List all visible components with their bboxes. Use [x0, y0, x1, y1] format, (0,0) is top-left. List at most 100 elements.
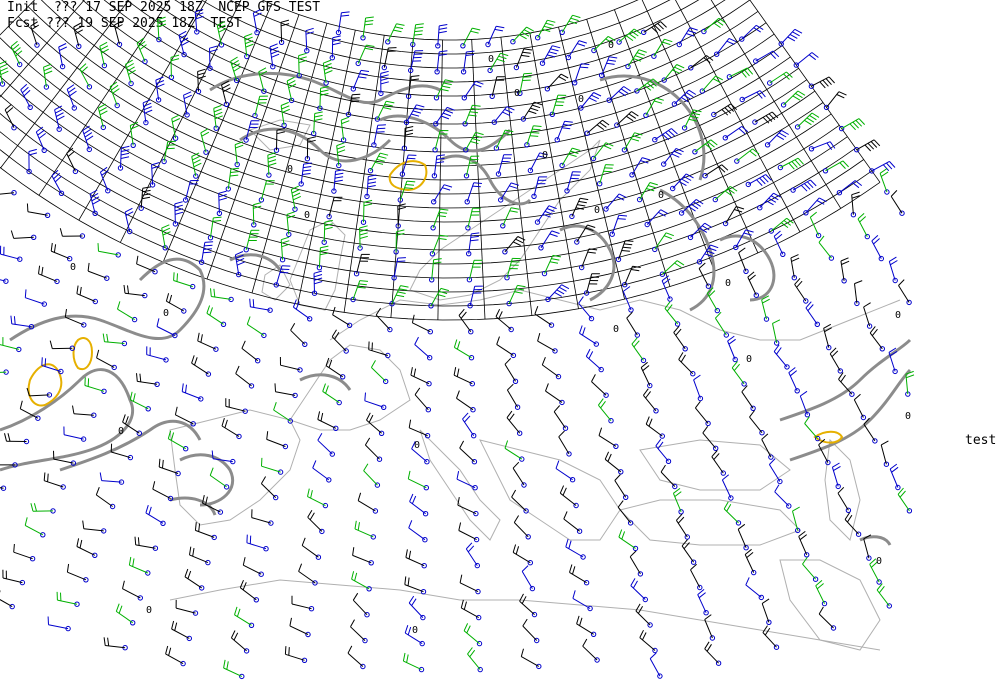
barb-feather — [218, 190, 227, 194]
barb-feather — [324, 70, 333, 75]
barb-feather — [723, 501, 729, 510]
wind-barb — [243, 229, 260, 253]
wind-barb — [553, 405, 569, 431]
barb-feather — [473, 182, 482, 184]
barb-feather — [109, 81, 118, 88]
wind-barb — [435, 24, 448, 49]
barb-feather — [50, 242, 53, 252]
barb-feather — [74, 25, 83, 31]
barb-feather — [439, 50, 448, 53]
barb-feather — [690, 203, 699, 210]
barb-feather — [314, 111, 323, 114]
barb-feather — [287, 80, 296, 85]
barb-feather — [253, 202, 262, 206]
barb-feather — [660, 209, 669, 215]
wind-barb — [519, 593, 538, 618]
barb-feather — [122, 414, 126, 423]
barb-feather — [336, 145, 345, 150]
barb-feather — [509, 210, 518, 213]
barb-feather — [713, 22, 721, 29]
barb-feather — [144, 109, 153, 114]
wind-barb — [640, 361, 653, 389]
barb-feather — [797, 157, 804, 165]
wind-barb — [221, 417, 242, 440]
barb-feather — [351, 97, 360, 99]
coast-mideast — [779, 559, 881, 651]
barb-feather — [591, 94, 600, 100]
barb-feather — [354, 572, 358, 582]
barb-feather — [514, 291, 523, 294]
barb-feather — [580, 197, 589, 201]
wind-barb — [0, 369, 9, 375]
barb-feather — [686, 33, 695, 37]
barb-feather — [713, 453, 720, 460]
barb-feather — [368, 414, 374, 423]
wind-barb — [863, 417, 878, 444]
barb-feather — [210, 288, 212, 297]
wind-barb — [572, 590, 593, 612]
barb-feather — [511, 207, 520, 210]
barb-feather — [472, 27, 481, 31]
barb-feather — [222, 83, 230, 89]
barb-feather — [576, 43, 586, 47]
barb-feather — [230, 167, 240, 170]
barb-feather — [122, 580, 125, 589]
wind-barb — [582, 638, 600, 663]
barb-feather — [411, 75, 420, 77]
barb-shaft — [598, 435, 617, 447]
barb-feather — [636, 52, 645, 56]
barb-shaft — [168, 438, 186, 450]
barb-feather — [556, 289, 565, 295]
barb-feather — [859, 216, 867, 223]
wind-barb — [798, 531, 810, 558]
barb-feather — [649, 652, 657, 659]
barb-feather — [648, 418, 653, 427]
barb-feather — [103, 637, 106, 646]
barb-feather — [470, 30, 479, 34]
barb-feather — [363, 463, 369, 471]
contour-atlantic-3 — [59, 419, 202, 472]
latitude-line — [40, 0, 791, 167]
wind-barb — [209, 467, 230, 490]
barb-feather — [792, 31, 800, 37]
barb-feather — [633, 340, 640, 348]
barb-feather — [359, 232, 368, 236]
wind-barb — [357, 225, 368, 251]
barb-feather — [617, 500, 624, 508]
barb-feather — [102, 333, 105, 342]
barb-feather — [551, 258, 560, 261]
barb-feather — [559, 485, 565, 494]
barb-shaft — [247, 323, 265, 336]
barb-shaft — [364, 400, 384, 408]
barb-feather — [282, 108, 290, 113]
wind-barb — [266, 152, 277, 178]
barb-station-circle — [752, 119, 758, 125]
wind-barb — [635, 603, 653, 628]
wind-barb — [753, 50, 780, 64]
wind-barb — [246, 316, 267, 339]
barb-shaft — [275, 391, 296, 396]
wind-barb — [585, 348, 604, 373]
barb-feather — [681, 178, 689, 184]
barb-feather — [879, 168, 888, 174]
barb-shaft — [122, 588, 141, 599]
barb-feather — [889, 463, 898, 470]
barb-feather — [267, 155, 276, 160]
barb-feather — [618, 193, 627, 199]
contour-atlantic-2 — [0, 368, 135, 472]
wind-barb — [340, 116, 350, 143]
barb-feather — [357, 492, 362, 501]
contour-label: 0 — [905, 411, 911, 422]
barb-shaft — [239, 587, 257, 601]
barb-shaft — [774, 491, 790, 507]
barb-feather — [828, 76, 835, 84]
barb-shaft — [312, 467, 330, 481]
barb-feather — [0, 70, 9, 76]
barb-shaft — [748, 174, 766, 185]
barb-shaft — [289, 625, 309, 635]
wind-barb — [559, 485, 579, 509]
wind-barb — [367, 152, 389, 174]
barb-feather — [183, 94, 192, 100]
barb-shaft — [768, 464, 781, 482]
contour-label: 0 — [412, 625, 418, 636]
